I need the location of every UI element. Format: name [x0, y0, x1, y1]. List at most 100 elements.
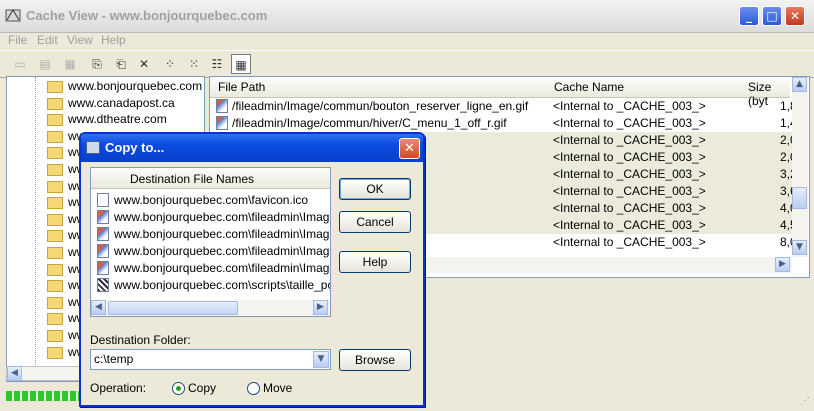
cache-name-cell: <Internal to _CACHE_003_> — [553, 99, 706, 113]
folder-icon — [47, 296, 63, 309]
minimize-icon: _ — [746, 9, 752, 23]
column-cache-name[interactable]: Cache Name — [554, 80, 624, 94]
file-path-cell: /fileadmin/Image/commun/hiver/C_menu_1_o… — [232, 116, 507, 130]
copy-to-icon[interactable]: ⎗ — [111, 54, 131, 74]
destination-file-name: www.bonjourquebec.com\fileadmin\Image\co — [114, 244, 331, 258]
dialog-close-button[interactable]: ✕ — [399, 138, 420, 159]
copy-dialog-icon — [86, 141, 100, 154]
copy-radio[interactable] — [172, 382, 185, 395]
folder-icon — [47, 346, 63, 359]
destination-horizontal-scrollbar[interactable]: ◀ ▶ — [91, 300, 330, 316]
tree-item-label: www.bonjourquebec.com — [68, 79, 203, 93]
menu-edit[interactable]: Edit — [37, 33, 58, 47]
folder-icon — [47, 97, 63, 110]
image-file-icon — [97, 244, 109, 258]
folder-icon — [47, 247, 63, 259]
folder-icon — [47, 197, 63, 210]
maximize-button[interactable]: □ — [762, 6, 782, 26]
list-row[interactable]: /fileadmin/Image/commun/bouton_reserver_… — [210, 98, 797, 115]
image-file-icon — [97, 261, 109, 275]
destination-file-row[interactable]: www.bonjourquebec.com\scripts\taille_pol… — [95, 277, 331, 294]
list-row[interactable]: /fileadmin/Image/commun/hiver/C_menu_1_o… — [210, 115, 797, 132]
destination-folder-combo[interactable]: c:\temp ▼ — [90, 349, 331, 370]
small-icons-icon[interactable]: ⁙ — [184, 54, 204, 74]
destination-file-name: www.bonjourquebec.com\fileadmin\Image\co — [114, 261, 331, 275]
cache-name-cell: <Internal to _CACHE_003_> — [553, 167, 706, 181]
cache-name-cell: <Internal to _CACHE_003_> — [553, 150, 706, 164]
close-button[interactable]: ✕ — [785, 6, 805, 26]
move-radio-label[interactable]: Move — [263, 381, 292, 395]
progress-block — [30, 391, 36, 401]
scroll-right-icon[interactable]: ▶ — [313, 300, 328, 315]
folder-icon — [47, 313, 63, 326]
menu-view[interactable]: View — [67, 33, 93, 47]
column-destination-file-names[interactable]: Destination File Names — [130, 172, 254, 186]
folder-icon — [47, 130, 63, 143]
column-file-path[interactable]: File Path — [218, 80, 265, 94]
progress-block — [22, 391, 28, 401]
folder-icon — [47, 230, 63, 243]
destination-list-header: Destination File Names — [91, 168, 330, 189]
title-bar: Cache View - www.bonjourquebec.com _ □ ✕ — [0, 0, 814, 33]
cache-name-cell: <Internal to _CACHE_003_> — [553, 116, 706, 130]
save-icon[interactable]: ▭ — [10, 54, 30, 74]
destination-file-list[interactable]: Destination File Names www.bonjourquebec… — [90, 167, 331, 317]
browse-button[interactable]: Browse — [339, 349, 411, 371]
toolbar: ▭ ▤ ▦ ⎘ ⎗ ✕ ⁘ ⁙ ☷ ▦ — [0, 50, 814, 78]
progress-block — [14, 391, 20, 401]
open-icon[interactable]: ▦ — [60, 54, 80, 74]
cancel-button[interactable]: Cancel — [339, 211, 411, 233]
cache-name-cell: <Internal to _CACHE_003_> — [553, 133, 706, 147]
copy-icon[interactable]: ⎘ — [87, 54, 107, 74]
window-title: Cache View - www.bonjourquebec.com — [26, 8, 268, 23]
minimize-button[interactable]: _ — [739, 6, 759, 26]
large-icons-icon[interactable]: ⁘ — [160, 54, 180, 74]
tree-item-label: www.canadapost.ca — [68, 95, 175, 110]
progress-block — [70, 391, 76, 401]
properties-icon[interactable]: ▤ — [35, 54, 55, 74]
destination-file-row[interactable]: www.bonjourquebec.com\fileadmin\Image\co — [95, 226, 330, 243]
resize-grip-icon[interactable]: ⋰ — [800, 396, 810, 407]
folder-icon — [47, 147, 63, 160]
list-view-icon[interactable]: ☷ — [207, 54, 227, 74]
destination-file-name: www.bonjourquebec.com\scripts\taille_pol… — [114, 278, 331, 292]
details-view-icon[interactable]: ▦ — [231, 54, 251, 74]
scroll-right-icon[interactable]: ▶ — [775, 257, 790, 272]
menu-file[interactable]: File — [8, 33, 27, 47]
destination-file-row[interactable]: www.bonjourquebec.com\fileadmin\Image\co — [95, 260, 331, 277]
image-file-icon — [216, 99, 228, 113]
ok-button[interactable]: OK — [339, 178, 411, 200]
progress-indicator — [6, 389, 84, 403]
move-radio[interactable] — [247, 382, 260, 395]
progress-block — [38, 391, 44, 401]
destination-file-row[interactable]: www.bonjourquebec.com\favicon.ico — [95, 192, 330, 209]
folder-icon — [47, 280, 63, 293]
cache-name-cell: <Internal to _CACHE_003_> — [553, 184, 706, 198]
horizontal-scroll-thumb[interactable] — [108, 301, 238, 315]
destination-file-row[interactable]: www.bonjourquebec.com\fileadmin\Image\co — [95, 209, 330, 226]
image-file-icon — [216, 116, 228, 130]
cache-name-cell: <Internal to _CACHE_003_> — [553, 201, 706, 215]
menu-help[interactable]: Help — [101, 33, 126, 47]
operation-label: Operation: — [90, 381, 147, 395]
help-button[interactable]: Help — [339, 251, 411, 273]
scroll-down-icon[interactable]: ▼ — [792, 240, 807, 255]
list-header: File Path Cache Name Size (byt — [210, 77, 790, 108]
list-vertical-scrollbar[interactable]: ▲ ▼ — [792, 77, 808, 257]
cache-name-cell: <Internal to _CACHE_003_> — [553, 235, 706, 249]
chevron-down-icon[interactable]: ▼ — [313, 351, 329, 368]
destination-file-row[interactable]: www.bonjourquebec.com\fileadmin\Image\co — [95, 243, 331, 260]
folder-icon — [47, 213, 63, 226]
vertical-scroll-thumb[interactable] — [792, 187, 807, 209]
dialog-title-bar: Copy to... ✕ — [81, 134, 423, 162]
scroll-up-icon[interactable]: ▲ — [792, 77, 807, 92]
close-icon: ✕ — [789, 9, 801, 23]
scroll-left-icon[interactable]: ◀ — [7, 366, 22, 381]
copy-to-dialog: Copy to... ✕ Destination File Names www.… — [79, 132, 425, 407]
copy-radio-label[interactable]: Copy — [188, 381, 216, 395]
destination-folder-value[interactable]: c:\temp — [94, 352, 133, 366]
scroll-left-icon[interactable]: ◀ — [91, 300, 106, 315]
delete-icon[interactable]: ✕ — [134, 54, 154, 74]
folder-icon — [47, 330, 63, 342]
progress-block — [62, 391, 68, 401]
